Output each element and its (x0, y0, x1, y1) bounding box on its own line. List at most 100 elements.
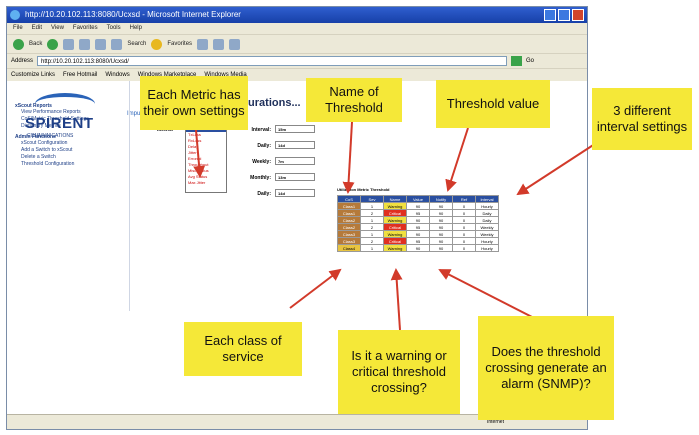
name-cell[interactable]: Warning (383, 216, 407, 224)
interval-cell[interactable]: Daily (475, 209, 499, 217)
menu-file[interactable]: File (13, 23, 23, 34)
interval-cell[interactable]: Weekly (475, 230, 499, 238)
table-row[interactable]: Class2 2 Critical 95 90 0 Weekly (337, 223, 499, 231)
cos-cell[interactable]: Class1 (337, 202, 361, 210)
mail-icon[interactable] (213, 38, 225, 50)
address-input[interactable]: http://10.20.102.113:8080/Ucxsd/ (37, 56, 508, 66)
cos-cell[interactable]: Class3 (337, 230, 361, 238)
table-row[interactable]: Class1 1 Warning 90 90 0 Hourly (337, 202, 499, 210)
ref-cell[interactable]: 0 (452, 237, 476, 245)
name-cell[interactable]: Warning (383, 202, 407, 210)
metric-option[interactable]: Max Jitter (186, 180, 226, 186)
close-button[interactable] (572, 9, 584, 21)
interval-cell[interactable]: Hourly (475, 202, 499, 210)
value-cell[interactable]: 90 (406, 230, 430, 238)
menu-tools[interactable]: Tools (107, 23, 121, 34)
ref-cell[interactable]: 0 (452, 223, 476, 231)
sidebar-item-dictionary[interactable]: Dictionary Metrics (15, 123, 125, 130)
interval-select[interactable]: 15m (275, 125, 315, 133)
link-hotmail[interactable]: Free Hotmail (63, 72, 97, 78)
sidebar-item-threshold-settings[interactable]: CoS/Metric Threshold Settings (15, 116, 125, 123)
go-label[interactable]: Go (526, 58, 534, 64)
notify-cell[interactable]: 90 (429, 209, 453, 217)
table-row[interactable]: Class3 2 Critical 95 90 0 Hourly (337, 237, 499, 245)
sidebar-item-threshold-config[interactable]: Threshold Configuration (15, 161, 125, 168)
notify-cell[interactable]: 90 (429, 244, 453, 252)
interval-cell[interactable]: Daily (475, 216, 499, 224)
notify-cell[interactable]: 90 (429, 237, 453, 245)
notify-cell[interactable]: 90 (429, 223, 453, 231)
cos-cell[interactable]: Class3 (337, 237, 361, 245)
sev-cell[interactable]: 2 (360, 209, 384, 217)
link-windows[interactable]: Windows (105, 72, 129, 78)
refresh-icon[interactable] (79, 38, 91, 50)
interval-cell[interactable]: Hourly (475, 244, 499, 252)
ref-cell[interactable]: 0 (452, 202, 476, 210)
sev-cell[interactable]: 2 (360, 223, 384, 231)
ref-cell[interactable]: 0 (452, 216, 476, 224)
sev-cell[interactable]: 1 (360, 244, 384, 252)
notify-cell[interactable]: 90 (429, 216, 453, 224)
ref-cell[interactable]: 0 (452, 230, 476, 238)
menu-favorites[interactable]: Favorites (73, 23, 98, 34)
favorites-label[interactable]: Favorites (167, 41, 192, 47)
value-cell[interactable]: 95 (406, 237, 430, 245)
ref-cell[interactable]: 0 (452, 209, 476, 217)
value-cell[interactable]: 95 (406, 209, 430, 217)
menu-help[interactable]: Help (130, 23, 142, 34)
maximize-button[interactable] (558, 9, 570, 21)
name-cell[interactable]: Critical (383, 209, 407, 217)
value-cell[interactable]: 90 (406, 216, 430, 224)
sidebar-item-view-reports[interactable]: View Performance Reports (15, 109, 125, 116)
sidebar-item-xscout-config[interactable]: xScout Configuration (15, 140, 125, 147)
notify-cell[interactable]: 90 (429, 202, 453, 210)
back-icon[interactable] (13, 38, 24, 50)
table-row[interactable]: Class1 2 Critical 95 90 0 Daily (337, 209, 499, 217)
interval-cell[interactable]: Hourly (475, 237, 499, 245)
go-icon[interactable] (511, 56, 523, 66)
cos-cell[interactable]: Class2 (337, 216, 361, 224)
menu-edit[interactable]: Edit (32, 23, 42, 34)
value-cell[interactable]: 90 (406, 202, 430, 210)
callout-interval: 3 different interval settings (592, 88, 692, 150)
link-customize[interactable]: Customize Links (11, 72, 55, 78)
sidebar-item-delete-switch[interactable]: Delete a Switch (15, 154, 125, 161)
search-icon[interactable] (111, 38, 123, 50)
interval-select[interactable]: 14d (275, 141, 315, 149)
ref-cell[interactable]: 0 (452, 244, 476, 252)
table-row[interactable]: Class4 1 Warning 90 90 0 Hourly (337, 244, 499, 252)
name-cell[interactable]: Warning (383, 244, 407, 252)
name-cell[interactable]: Critical (383, 237, 407, 245)
sev-cell[interactable]: 1 (360, 230, 384, 238)
search-label[interactable]: Search (127, 41, 146, 47)
notify-cell[interactable]: 90 (429, 230, 453, 238)
cos-cell[interactable]: Class4 (337, 244, 361, 252)
name-cell[interactable]: Warning (383, 230, 407, 238)
sidebar-item-add-switch[interactable]: Add a Switch to xScout (15, 147, 125, 154)
cos-cell[interactable]: Class1 (337, 209, 361, 217)
address-bar: Address http://10.20.102.113:8080/Ucxsd/… (7, 53, 587, 68)
metric-listbox[interactable]: Utilization TxLoss RxLoss Delay Jitter E… (185, 125, 227, 193)
minimize-button[interactable] (544, 9, 556, 21)
interval-select[interactable]: 7m (275, 157, 315, 165)
print-icon[interactable] (229, 38, 241, 50)
home-icon[interactable] (95, 38, 107, 50)
history-icon[interactable] (197, 38, 209, 50)
sev-cell[interactable]: 1 (360, 202, 384, 210)
interval-cell[interactable]: Weekly (475, 223, 499, 231)
value-cell[interactable]: 95 (406, 223, 430, 231)
forward-icon[interactable] (47, 38, 59, 50)
sev-cell[interactable]: 1 (360, 216, 384, 224)
value-cell[interactable]: 90 (406, 244, 430, 252)
name-cell[interactable]: Critical (383, 223, 407, 231)
interval-select[interactable]: 14d (275, 189, 315, 197)
cos-cell[interactable]: Class2 (337, 223, 361, 231)
interval-select[interactable]: 13m (275, 173, 315, 181)
table-row[interactable]: Class3 1 Warning 90 90 0 Weekly (337, 230, 499, 238)
table-row[interactable]: Class2 1 Warning 90 90 0 Daily (337, 216, 499, 224)
stop-icon[interactable] (63, 38, 75, 50)
sev-cell[interactable]: 2 (360, 237, 384, 245)
star-icon[interactable] (151, 38, 163, 50)
menu-view[interactable]: View (51, 23, 64, 34)
back-label[interactable]: Back (29, 41, 42, 47)
